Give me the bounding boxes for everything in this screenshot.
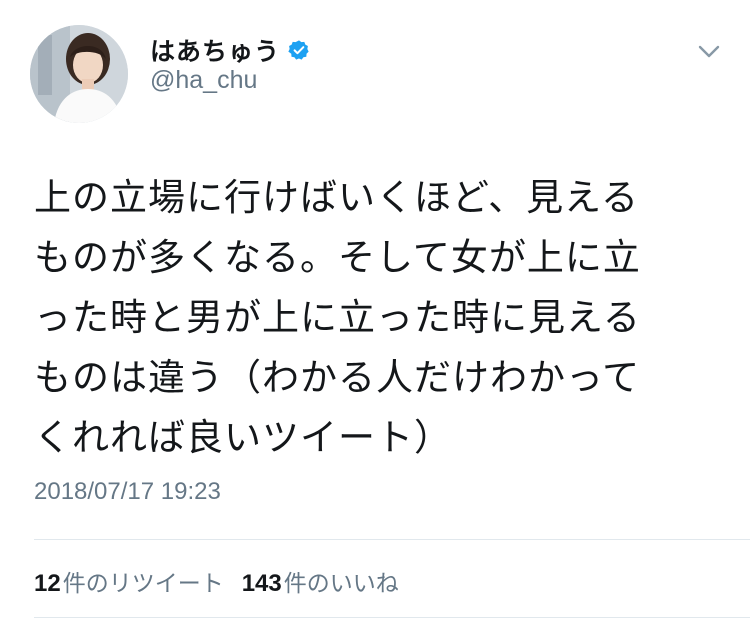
like-count-link[interactable]: 143 件のいいね [242, 564, 399, 598]
avatar[interactable] [30, 25, 128, 123]
tweet-text: 上の立場に行けばいくほど、見える ものが多くなる。そして女が上に立 った時と男が… [34, 176, 641, 459]
tweet-timestamp[interactable]: 2018/07/17 19:23 [34, 478, 221, 506]
avatar-photo [30, 25, 128, 123]
display-name[interactable]: はあちゅう [150, 32, 280, 68]
chevron-down-icon[interactable] [696, 38, 722, 64]
like-count: 143 [241, 570, 282, 597]
like-label: 件のいいね [283, 571, 399, 597]
divider [34, 617, 750, 618]
retweet-label: 件のリツイート [62, 571, 224, 597]
tweet-stats: 12 件のリツイート 143 件のいいね [34, 564, 399, 598]
retweet-count: 12 [34, 570, 61, 597]
retweet-count-link[interactable]: 12 件のリツイート [34, 564, 224, 598]
user-handle[interactable]: @ha_chu [150, 66, 257, 95]
verified-badge-icon [288, 39, 310, 61]
divider [34, 539, 750, 540]
user-name-row: はあちゅう [150, 30, 310, 70]
